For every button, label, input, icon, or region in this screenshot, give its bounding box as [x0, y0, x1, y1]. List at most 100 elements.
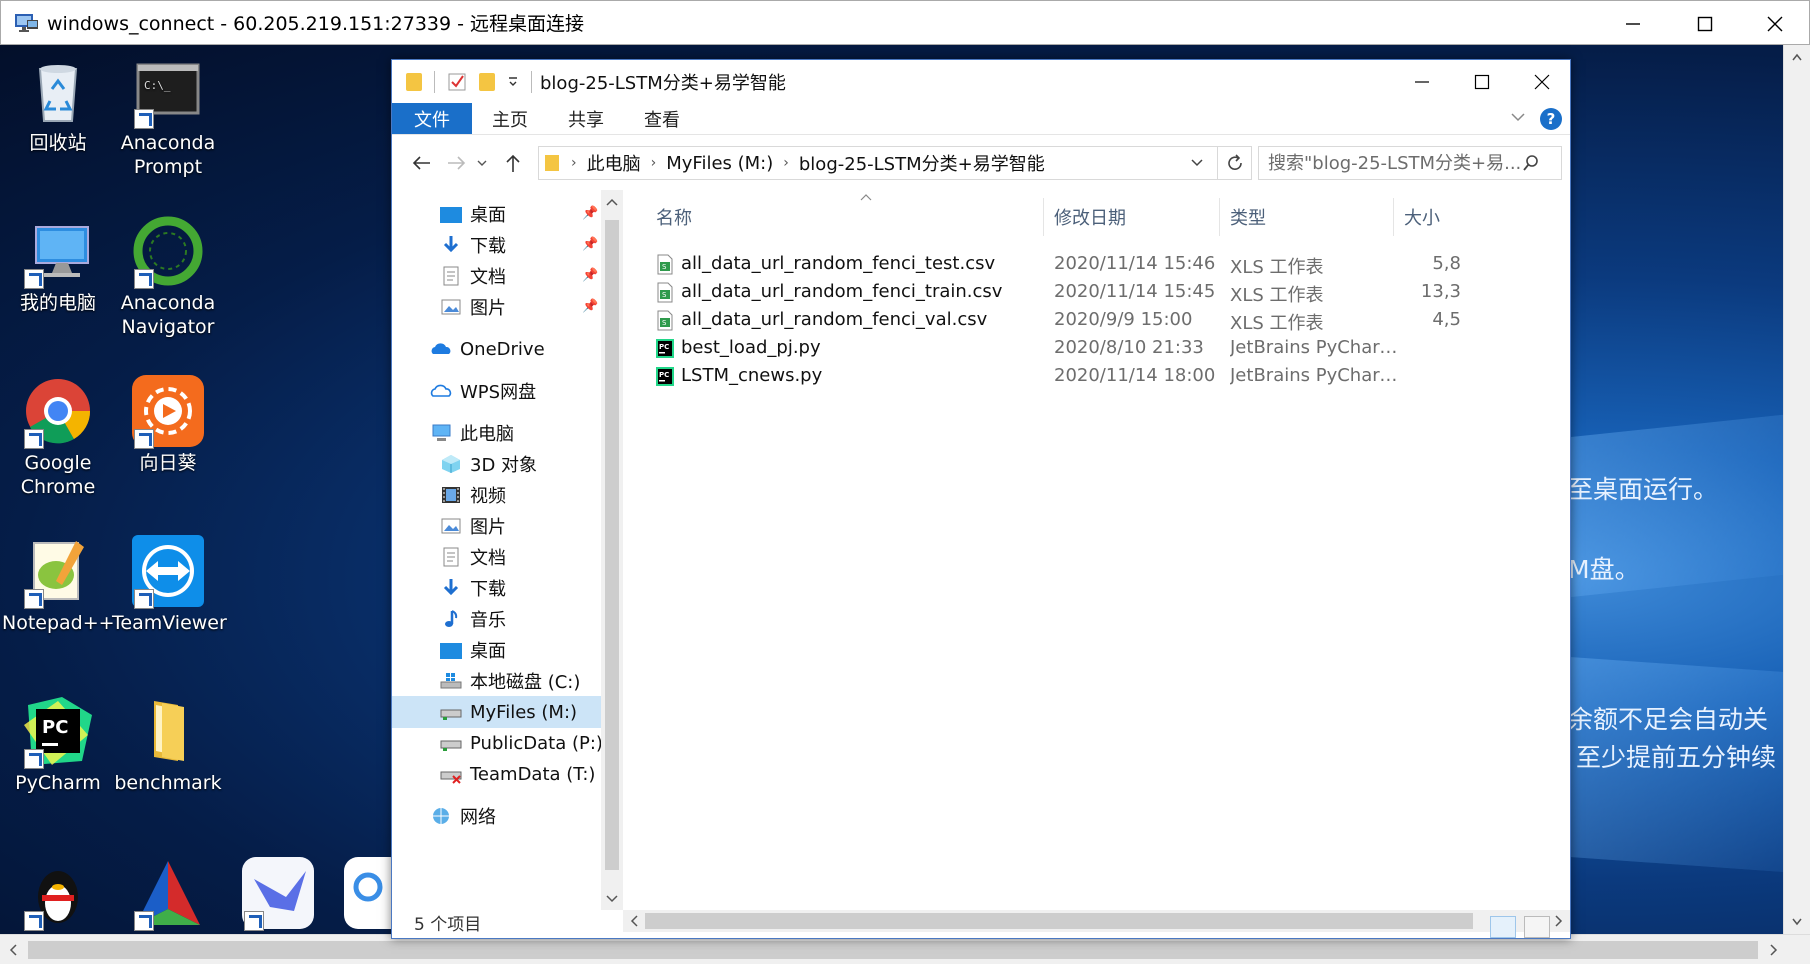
nav-item-onedrive[interactable]: OneDrive	[430, 333, 545, 365]
nav-item-publicdata-p[interactable]: PublicData (P:)	[440, 727, 601, 759]
desktop-icon-pycharm[interactable]: PC PyCharm	[2, 695, 114, 795]
search-input[interactable]	[1268, 152, 1522, 174]
scroll-up-icon[interactable]	[1792, 53, 1802, 61]
recent-locations-button[interactable]	[472, 146, 492, 180]
column-header-type[interactable]: 类型	[1230, 200, 1266, 234]
desktop-icon-notepad-plus[interactable]: Notepad++	[2, 535, 115, 635]
explorer-minimize-button[interactable]	[1392, 60, 1452, 103]
desktop-icon-recycle-bin[interactable]: 回收站	[2, 55, 114, 155]
refresh-button[interactable]	[1218, 146, 1252, 180]
rdp-vertical-scrollbar[interactable]	[1783, 45, 1810, 934]
rdp-maximize-button[interactable]	[1669, 1, 1741, 46]
breadcrumb-current-folder[interactable]: blog-25-LSTM分类+易学智能	[799, 150, 1045, 176]
nav-item-wps-drive[interactable]: WPS网盘	[430, 375, 536, 407]
navigation-pane-scrollbar[interactable]	[601, 190, 623, 910]
up-button[interactable]	[496, 146, 530, 180]
desktop-icon-chrome[interactable]: Google Chrome	[2, 375, 114, 499]
nav-item-local-disk-c[interactable]: 本地磁盘 (C:)	[440, 665, 580, 697]
scroll-down-icon[interactable]	[606, 895, 618, 903]
nav-item-network[interactable]: 网络	[430, 800, 496, 832]
desktop-icon-feishu[interactable]	[222, 857, 334, 933]
column-header-name[interactable]: 名称	[656, 200, 692, 234]
expand-ribbon-chevron-icon[interactable]	[1510, 111, 1526, 123]
nav-item-videos[interactable]: 视频	[440, 479, 506, 511]
rdp-window-title: windows_connect - 60.205.219.151:27339 -…	[47, 13, 585, 35]
scroll-right-icon[interactable]	[1770, 944, 1778, 956]
search-box[interactable]	[1258, 146, 1562, 180]
nav-item-teamdata-t[interactable]: TeamData (T:)	[440, 758, 595, 790]
desktop-icon-cmake[interactable]	[112, 857, 224, 933]
nav-item-downloads[interactable]: 下载	[440, 229, 506, 261]
scroll-down-icon[interactable]	[1792, 918, 1802, 926]
desktop-icon-sunlogin[interactable]: 向日葵	[112, 375, 224, 475]
rdp-titlebar: windows_connect - 60.205.219.151:27339 -…	[0, 0, 1810, 45]
shortcut-arrow-icon	[24, 589, 44, 609]
chevron-down-icon	[477, 160, 487, 166]
nav-item-downloads-pc[interactable]: 下载	[440, 572, 506, 604]
nav-item-myfiles-m[interactable]: MyFiles (M:)	[392, 696, 601, 728]
column-divider[interactable]	[1219, 198, 1220, 236]
nav-item-pictures-pc[interactable]: 图片	[440, 510, 506, 542]
desktop-icon-my-computer[interactable]: 我的电脑	[2, 215, 114, 315]
scrollbar-thumb[interactable]	[645, 913, 1473, 929]
explorer-close-button[interactable]	[1512, 60, 1570, 103]
desktop-icon-label: Google Chrome	[20, 452, 96, 498]
properties-checkmark-icon[interactable]	[447, 72, 467, 92]
breadcrumb-myfiles[interactable]: MyFiles (M:)	[666, 153, 773, 174]
shortcut-arrow-icon	[24, 749, 44, 769]
rdp-minimize-button[interactable]	[1597, 1, 1669, 46]
desktop-icon-teamviewer[interactable]: TeamViewer	[112, 535, 227, 635]
desktop-icon-qq[interactable]	[2, 857, 114, 933]
details-view-button[interactable]	[1490, 916, 1516, 938]
desktop-icon-anaconda-prompt[interactable]: C:\_ Anaconda Prompt	[112, 55, 224, 179]
nav-item-label: MyFiles (M:)	[470, 701, 578, 723]
scrollbar-thumb[interactable]	[605, 220, 619, 870]
customize-dropdown-icon[interactable]	[507, 76, 519, 88]
sort-ascending-icon	[860, 194, 872, 201]
desktop-icon-partial[interactable]	[332, 857, 392, 929]
back-button[interactable]	[404, 146, 438, 180]
rdp-close-button[interactable]	[1739, 1, 1810, 46]
search-icon[interactable]	[1522, 154, 1540, 172]
scroll-left-icon[interactable]	[9, 944, 17, 956]
nav-item-this-pc[interactable]: 此电脑	[430, 417, 514, 449]
pin-icon[interactable]: 📌	[582, 206, 598, 221]
desktop-icon-benchmark-folder[interactable]: benchmark	[112, 695, 224, 795]
address-bar[interactable]: › 此电脑 › MyFiles (M:) › blog-25-LSTM分类+易学…	[538, 146, 1218, 180]
explorer-maximize-button[interactable]	[1452, 60, 1512, 103]
column-header-size[interactable]: 大小	[1404, 200, 1440, 234]
breadcrumb-separator-icon[interactable]: ›	[571, 155, 577, 171]
address-dropdown-button[interactable]	[1177, 147, 1217, 179]
forward-button[interactable]	[440, 146, 474, 180]
breadcrumb-this-pc[interactable]: 此电脑	[587, 150, 641, 176]
new-folder-icon[interactable]	[479, 72, 495, 91]
tab-view[interactable]: 查看	[624, 103, 700, 134]
nav-item-3d-objects[interactable]: 3D 对象	[440, 448, 537, 480]
scroll-up-icon[interactable]	[606, 198, 618, 206]
nav-item-documents[interactable]: 文档	[440, 260, 506, 292]
nav-item-desktop-pc[interactable]: 桌面	[440, 634, 506, 666]
nav-item-pictures[interactable]: 图片	[440, 291, 506, 323]
breadcrumb-separator-icon[interactable]: ›	[651, 155, 657, 171]
column-divider[interactable]	[1043, 198, 1044, 236]
tab-file[interactable]: 文件	[392, 103, 472, 134]
nav-item-desktop[interactable]: 桌面	[440, 198, 506, 230]
pin-icon[interactable]: 📌	[582, 299, 598, 314]
file-list-horizontal-scrollbar[interactable]	[623, 910, 1570, 932]
desktop-icon-anaconda-navigator[interactable]: Anaconda Navigator	[112, 215, 224, 339]
scrollbar-thumb[interactable]	[28, 941, 1758, 959]
pin-icon[interactable]: 📌	[582, 268, 598, 283]
scroll-left-icon[interactable]	[630, 915, 638, 927]
tab-home[interactable]: 主页	[472, 103, 548, 134]
nav-item-music[interactable]: 音乐	[440, 603, 506, 635]
column-divider[interactable]	[1393, 198, 1394, 236]
pin-icon[interactable]: 📌	[582, 237, 598, 252]
tab-share[interactable]: 共享	[548, 103, 624, 134]
large-icons-view-button[interactable]	[1524, 916, 1550, 938]
help-icon[interactable]: ?	[1540, 108, 1562, 130]
file-row[interactable]: PC LSTM_cnews.py 2020/11/14 18:00 JetBra…	[623, 360, 1570, 392]
breadcrumb-separator-icon[interactable]: ›	[783, 155, 789, 171]
column-header-date[interactable]: 修改日期	[1054, 200, 1126, 234]
scroll-right-icon[interactable]	[1555, 915, 1563, 927]
nav-item-documents-pc[interactable]: 文档	[440, 541, 506, 573]
